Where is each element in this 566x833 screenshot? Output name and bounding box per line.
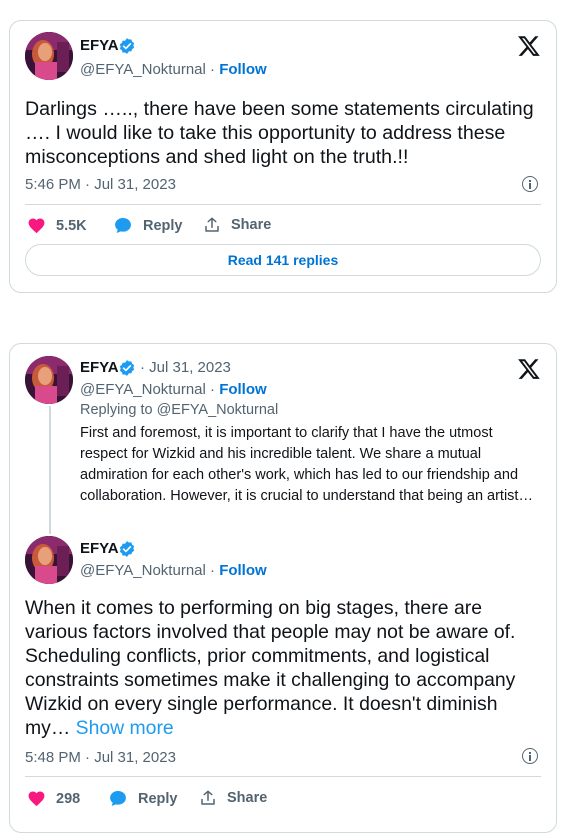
tweet-card-2: EFYA · Jul 31, 2023 @EFYA_Nokturnal · Fo… — [9, 343, 557, 833]
like-button[interactable]: 298 — [27, 789, 80, 808]
parent-author-handle[interactable]: @EFYA_Nokturnal — [80, 381, 206, 398]
show-more-link[interactable]: Show more — [76, 717, 174, 739]
follow-link[interactable]: Follow — [219, 381, 267, 398]
reply-label: Reply — [138, 790, 178, 807]
info-icon[interactable] — [522, 748, 538, 764]
author-name[interactable]: EFYA — [80, 540, 119, 557]
follow-link[interactable]: Follow — [219, 562, 267, 579]
share-button[interactable]: Share — [203, 216, 271, 234]
like-count: 298 — [56, 790, 81, 807]
verified-badge-icon — [119, 360, 135, 376]
author-name[interactable]: EFYA — [80, 37, 119, 54]
parent-tweet-text: First and foremost, it is important to c… — [80, 425, 533, 504]
separator: · — [205, 381, 220, 398]
verified-badge-icon — [119, 38, 135, 54]
like-button[interactable]: 5.5K — [27, 216, 87, 235]
reply-label: Reply — [143, 217, 183, 234]
share-icon — [205, 217, 219, 232]
avatar[interactable] — [25, 356, 73, 404]
tweet-text: When it comes to performing on big stage… — [25, 596, 545, 740]
author-handle-row: @EFYA_Nokturnal · Follow — [80, 562, 267, 579]
parent-handle-row: @EFYA_Nokturnal · Follow — [80, 381, 267, 398]
avatar[interactable] — [25, 536, 73, 584]
divider — [25, 204, 541, 205]
verified-badge-icon — [119, 541, 135, 557]
read-replies-button[interactable]: Read 141 replies — [25, 244, 541, 276]
parent-date[interactable]: · Jul 31, 2023 — [140, 359, 231, 376]
heart-icon — [28, 218, 45, 234]
thread-line — [49, 406, 51, 534]
x-logo-icon[interactable] — [517, 34, 541, 58]
timestamp[interactable]: 5:46 PM · Jul 31, 2023 — [25, 176, 176, 193]
timestamp[interactable]: 5:48 PM · Jul 31, 2023 — [25, 749, 176, 766]
share-label: Share — [231, 217, 272, 233]
x-logo-icon[interactable] — [517, 357, 541, 381]
replying-to[interactable]: Replying to @EFYA_Nokturnal — [80, 402, 278, 418]
follow-link[interactable]: Follow — [219, 61, 267, 78]
share-icon — [201, 790, 215, 805]
like-count: 5.5K — [56, 217, 87, 234]
tweet-card-1: EFYA @EFYA_Nokturnal · Follow Darlings …… — [9, 20, 557, 293]
share-button[interactable]: Share — [199, 789, 267, 807]
reply-button[interactable]: Reply — [108, 789, 178, 808]
avatar[interactable] — [25, 32, 73, 80]
tweet-text: Darlings ….., there have been some state… — [25, 98, 534, 168]
parent-author-name[interactable]: EFYA — [80, 359, 119, 376]
author-handle[interactable]: @EFYA_Nokturnal — [80, 61, 206, 78]
reply-button[interactable]: Reply — [113, 216, 183, 235]
author-handle-row: @EFYA_Nokturnal · Follow — [80, 61, 267, 78]
reply-bubble-icon — [115, 217, 131, 234]
author-handle[interactable]: @EFYA_Nokturnal — [80, 562, 206, 579]
share-label: Share — [227, 790, 268, 806]
reply-bubble-icon — [110, 790, 126, 807]
info-icon[interactable] — [522, 176, 538, 192]
divider — [25, 776, 541, 777]
separator: · — [205, 61, 220, 78]
separator: · — [205, 562, 220, 579]
heart-icon — [28, 791, 45, 807]
